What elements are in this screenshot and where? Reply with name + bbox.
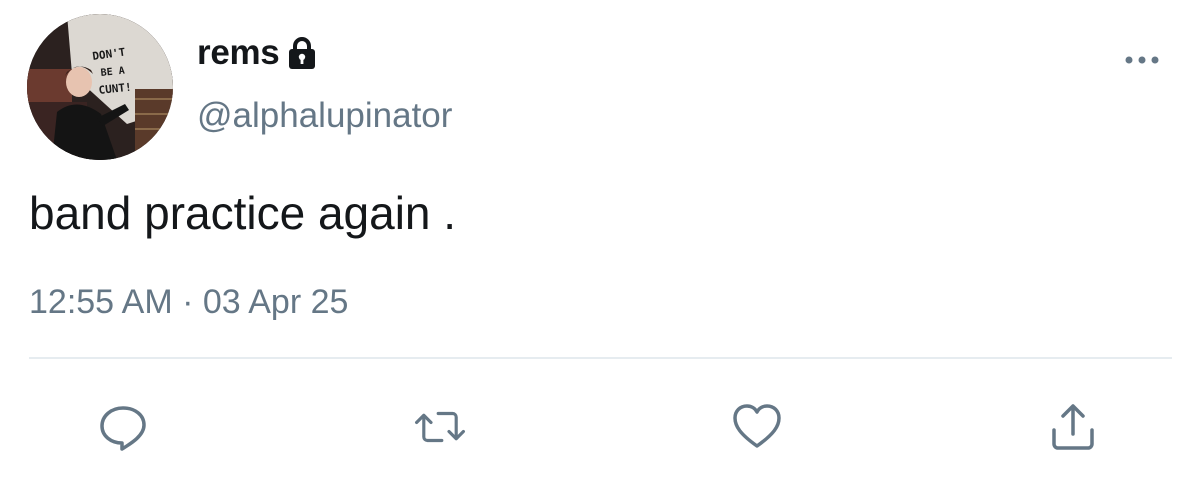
reply-button[interactable] bbox=[96, 400, 150, 454]
avatar-image: DON'T BE A CUNT! bbox=[27, 14, 173, 160]
display-name-row[interactable]: rems bbox=[197, 31, 317, 75]
retweet-icon bbox=[415, 411, 465, 443]
share-icon bbox=[1052, 404, 1094, 450]
avatar[interactable]: DON'T BE A CUNT! bbox=[27, 14, 173, 160]
more-horizontal-icon[interactable] bbox=[1124, 52, 1160, 68]
display-name[interactable]: rems bbox=[197, 31, 280, 75]
tweet-text: band practice again . bbox=[29, 187, 457, 239]
share-button[interactable] bbox=[1046, 400, 1100, 454]
tweet-timestamp[interactable]: 12:55 AM · 03 Apr 25 bbox=[29, 280, 348, 324]
retweet-button[interactable] bbox=[413, 400, 467, 454]
user-handle[interactable]: @alphalupinator bbox=[197, 95, 452, 137]
lock-icon bbox=[287, 36, 317, 70]
heart-icon bbox=[733, 404, 781, 448]
like-button[interactable] bbox=[730, 400, 784, 454]
divider bbox=[29, 357, 1172, 359]
reply-icon bbox=[100, 406, 146, 451]
